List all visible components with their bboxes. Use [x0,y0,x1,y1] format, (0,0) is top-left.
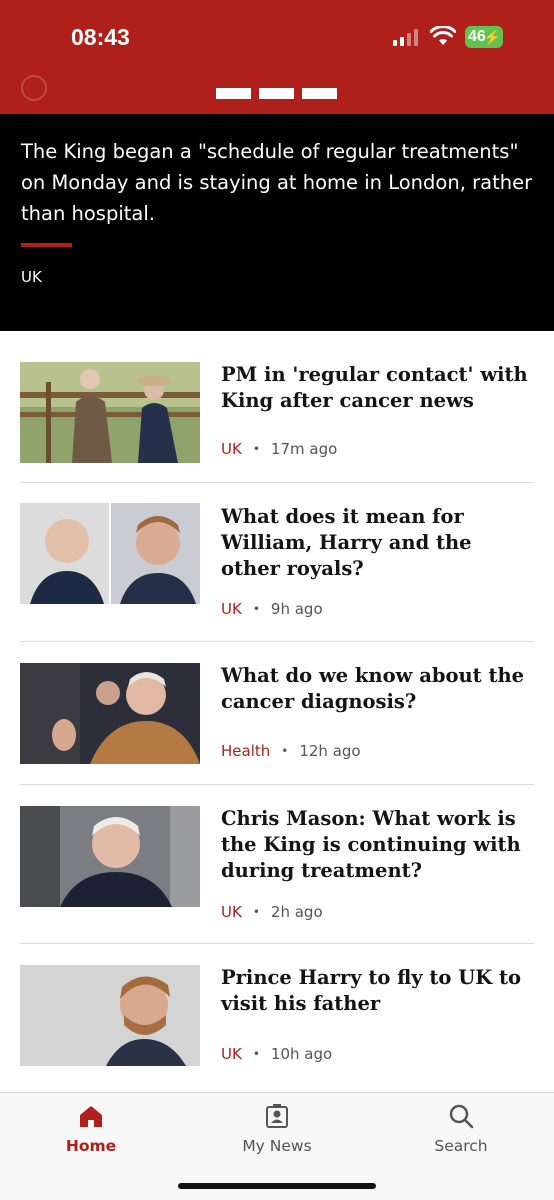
story-meta: Health • 12h ago [221,742,361,760]
story-time: 12h ago [299,742,361,760]
story-tag[interactable]: UK [221,903,242,921]
story-tag[interactable]: UK [221,1045,242,1063]
story-item[interactable]: PM in 'regular contact' with King after … [20,331,534,483]
tab-my-news[interactable]: My News [207,1093,347,1173]
story-item[interactable]: What do we know about the cancer diagnos… [20,642,534,785]
hero-tag[interactable]: UK [21,268,42,286]
story-time: 9h ago [270,600,323,618]
story-headline: Chris Mason: What work is the King is co… [221,807,521,882]
story-thumbnail [20,362,200,463]
app-header: 08:43 46 ⚡ [0,0,554,114]
hero-story[interactable]: The King began a "schedule of regular tr… [0,114,554,331]
story-headline: PM in 'regular contact' with King after … [221,363,528,412]
status-time: 08:43 [71,24,130,50]
tab-search[interactable]: Search [391,1093,531,1173]
story-thumbnail [20,806,200,907]
wifi-icon [430,26,456,45]
hero-summary: The King began a "schedule of regular tr… [21,140,533,225]
story-meta: UK • 9h ago [221,600,323,618]
cellular-signal-icon [393,29,418,46]
story-time: 17m ago [270,440,338,458]
story-meta: UK • 10h ago [221,1045,333,1063]
story-thumbnail [20,663,200,764]
tab-home[interactable]: Home [21,1093,161,1173]
story-tag[interactable]: Health [221,742,270,760]
search-icon [449,1104,474,1129]
profile-icon[interactable] [21,75,47,101]
story-item[interactable]: Prince Harry to fly to UK to visit his f… [20,944,534,1092]
tab-label: Home [65,1137,117,1155]
story-thumbnail [20,503,200,604]
story-thumbnail [20,965,200,1066]
hero-divider [21,243,72,247]
tab-label: My News [242,1137,312,1155]
story-headline: What do we know about the cancer diagnos… [221,664,525,713]
home-indicator [178,1183,376,1189]
battery-icon: 46 ⚡ [465,26,503,48]
story-item[interactable]: What does it mean for William, Harry and… [20,483,534,642]
story-tag[interactable]: UK [221,600,242,618]
story-headline: What does it mean for William, Harry and… [221,505,472,580]
bbc-logo [216,88,337,99]
story-meta: UK • 17m ago [221,440,338,458]
story-meta: UK • 2h ago [221,903,323,921]
story-tag[interactable]: UK [221,440,242,458]
my-news-icon [266,1104,288,1128]
story-item[interactable]: Chris Mason: What work is the King is co… [20,785,534,944]
home-icon [80,1106,102,1127]
story-time: 10h ago [270,1045,333,1063]
tab-label: Search [434,1137,488,1155]
story-headline: Prince Harry to fly to UK to visit his f… [221,966,521,1015]
story-time: 2h ago [270,903,323,921]
